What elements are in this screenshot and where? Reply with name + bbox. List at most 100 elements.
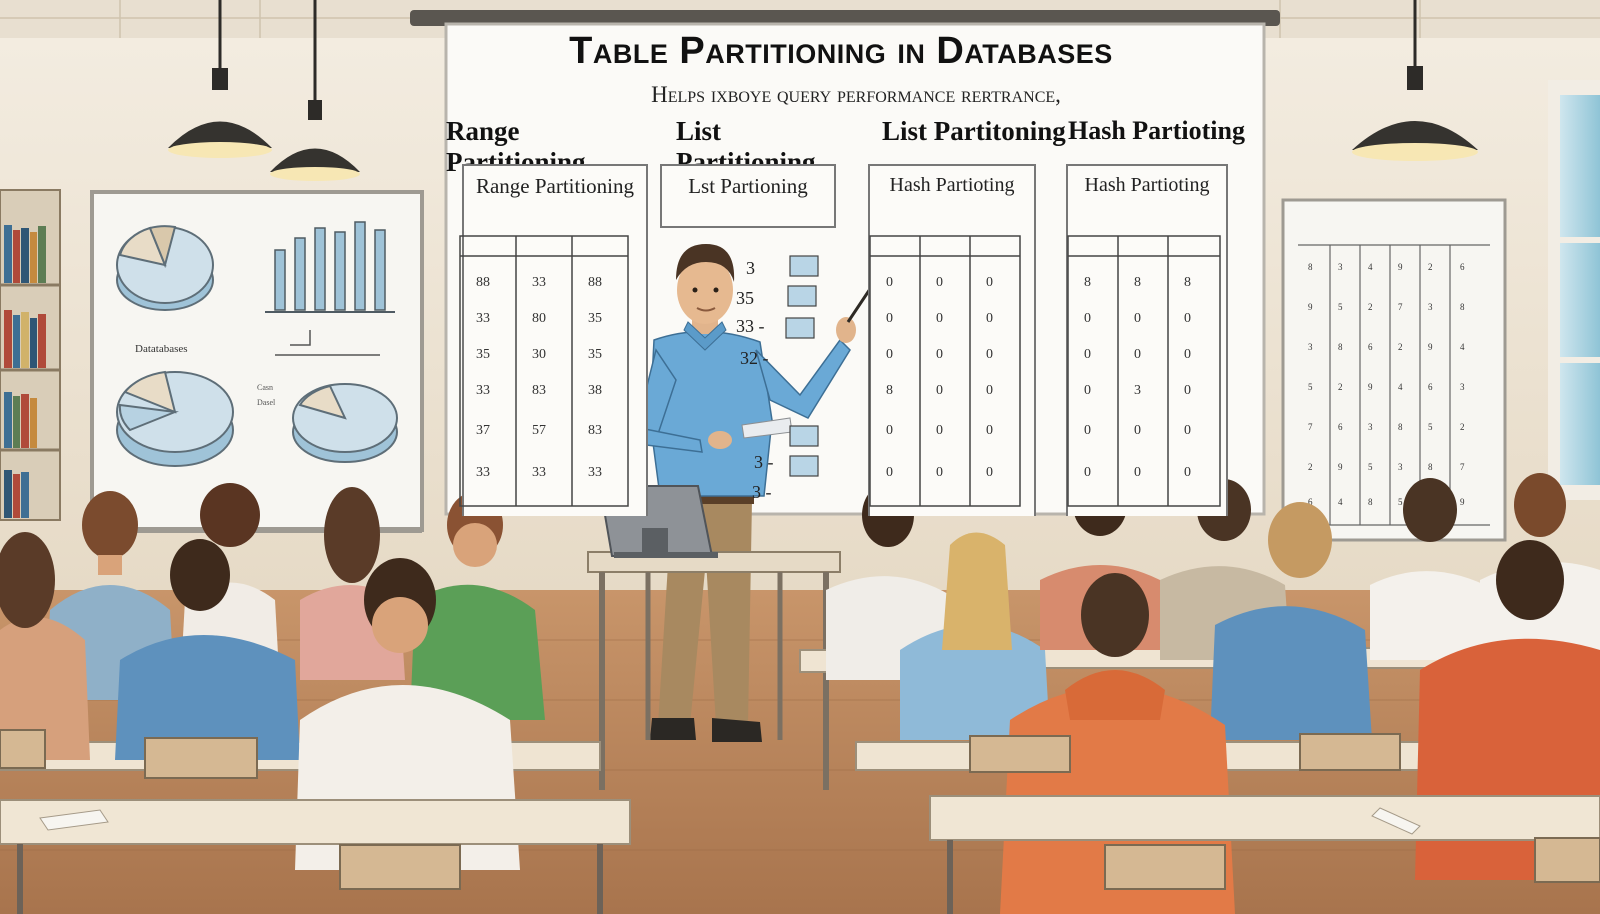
svg-text:6: 6 — [1368, 342, 1373, 352]
svg-text:35: 35 — [736, 288, 754, 308]
svg-text:3 -: 3 - — [754, 452, 774, 472]
svg-text:57: 57 — [532, 423, 546, 438]
svg-text:3: 3 — [746, 258, 755, 278]
svg-text:0: 0 — [1134, 423, 1141, 438]
svg-text:2: 2 — [1428, 262, 1433, 272]
svg-text:Casn: Casn — [257, 383, 273, 392]
svg-text:0: 0 — [936, 383, 943, 398]
svg-text:9: 9 — [1398, 262, 1403, 272]
svg-text:8: 8 — [1428, 462, 1433, 472]
svg-text:0: 0 — [1184, 383, 1191, 398]
svg-text:0: 0 — [1084, 465, 1091, 480]
svg-text:3: 3 — [1338, 262, 1343, 272]
svg-text:0: 0 — [1084, 311, 1091, 326]
svg-text:80: 80 — [532, 311, 546, 326]
svg-text:35: 35 — [588, 311, 602, 326]
pie-chart-icon — [292, 383, 398, 463]
svg-text:0: 0 — [986, 311, 993, 326]
pie-chart-icon — [116, 225, 214, 311]
svg-text:0: 0 — [1134, 465, 1141, 480]
svg-text:0: 0 — [986, 347, 993, 362]
svg-text:88: 88 — [588, 275, 602, 290]
svg-text:0: 0 — [1084, 347, 1091, 362]
whiteboard-content: Table Partitioning in Databases Helps ix… — [446, 24, 1264, 516]
svg-text:6: 6 — [1460, 262, 1465, 272]
svg-text:0: 0 — [1184, 311, 1191, 326]
svg-text:37: 37 — [476, 423, 490, 438]
svg-text:8: 8 — [1134, 275, 1141, 290]
svg-text:8: 8 — [1308, 262, 1313, 272]
svg-text:33: 33 — [532, 275, 546, 290]
svg-text:2: 2 — [1308, 462, 1313, 472]
svg-text:0: 0 — [936, 423, 943, 438]
svg-text:88: 88 — [476, 275, 490, 290]
svg-text:0: 0 — [936, 275, 943, 290]
svg-text:0: 0 — [936, 465, 943, 480]
svg-text:4: 4 — [1460, 342, 1465, 352]
svg-text:Dasel: Dasel — [257, 398, 276, 407]
svg-text:0: 0 — [986, 465, 993, 480]
svg-text:5: 5 — [1338, 302, 1343, 312]
svg-text:8: 8 — [1184, 275, 1191, 290]
svg-text:0: 0 — [1134, 347, 1141, 362]
svg-text:0: 0 — [886, 311, 893, 326]
svg-text:0: 0 — [1184, 465, 1191, 480]
svg-text:8: 8 — [1338, 342, 1343, 352]
svg-text:38: 38 — [588, 383, 602, 398]
svg-text:7: 7 — [1308, 422, 1313, 432]
left-whiteboard: Datatabases Casn Dasel — [90, 190, 424, 533]
svg-text:4: 4 — [1368, 262, 1373, 272]
window — [1548, 80, 1600, 500]
svg-text:83: 83 — [588, 423, 602, 438]
svg-text:5: 5 — [1428, 422, 1433, 432]
svg-text:3: 3 — [1134, 383, 1141, 398]
svg-text:6: 6 — [1338, 422, 1343, 432]
svg-text:2: 2 — [1338, 382, 1343, 392]
svg-text:3 -: 3 - — [752, 482, 772, 502]
left-board-label: Datatabases — [135, 343, 188, 355]
svg-text:35: 35 — [588, 347, 602, 362]
svg-text:5: 5 — [1308, 382, 1313, 392]
svg-text:33: 33 — [476, 465, 490, 480]
svg-text:5: 5 — [1398, 497, 1403, 507]
svg-text:5: 5 — [1368, 462, 1373, 472]
svg-text:0: 0 — [886, 423, 893, 438]
svg-text:7: 7 — [1398, 302, 1403, 312]
svg-text:0: 0 — [936, 311, 943, 326]
classroom-scene: Datatabases Casn Dasel 8 3 4 9 2 6 9 5 2… — [0, 0, 1600, 914]
svg-text:3: 3 — [1398, 462, 1403, 472]
svg-text:2: 2 — [1368, 302, 1373, 312]
svg-text:33: 33 — [476, 311, 490, 326]
svg-text:8: 8 — [886, 383, 893, 398]
svg-text:2: 2 — [1460, 422, 1465, 432]
svg-text:4: 4 — [1338, 497, 1343, 507]
svg-text:33: 33 — [532, 465, 546, 480]
svg-text:3: 3 — [1308, 342, 1313, 352]
svg-text:0: 0 — [1184, 423, 1191, 438]
svg-text:9: 9 — [1368, 382, 1373, 392]
svg-text:3: 3 — [1460, 382, 1465, 392]
svg-text:9: 9 — [1308, 302, 1313, 312]
svg-text:83: 83 — [532, 383, 546, 398]
svg-text:35: 35 — [476, 347, 490, 362]
svg-text:8: 8 — [1368, 497, 1373, 507]
svg-text:0: 0 — [986, 275, 993, 290]
svg-text:0: 0 — [886, 465, 893, 480]
svg-text:30: 30 — [532, 347, 546, 362]
svg-text:2: 2 — [1398, 342, 1403, 352]
svg-text:4: 4 — [1398, 382, 1403, 392]
svg-text:0: 0 — [986, 383, 993, 398]
svg-text:0: 0 — [936, 347, 943, 362]
bookshelf — [0, 189, 61, 521]
svg-text:7: 7 — [1460, 462, 1465, 472]
svg-text:9: 9 — [1428, 342, 1433, 352]
svg-text:9: 9 — [1460, 497, 1465, 507]
svg-text:0: 0 — [886, 275, 893, 290]
svg-text:0: 0 — [1134, 311, 1141, 326]
svg-text:0: 0 — [1084, 423, 1091, 438]
svg-text:9: 9 — [1338, 462, 1343, 472]
svg-text:3: 3 — [1428, 302, 1433, 312]
svg-text:0: 0 — [1184, 347, 1191, 362]
svg-text:0: 0 — [1084, 383, 1091, 398]
partition-tables: 88 33 88 33 80 35 35 30 35 33 83 38 37 57 83 33 33 3… — [459, 235, 1221, 507]
